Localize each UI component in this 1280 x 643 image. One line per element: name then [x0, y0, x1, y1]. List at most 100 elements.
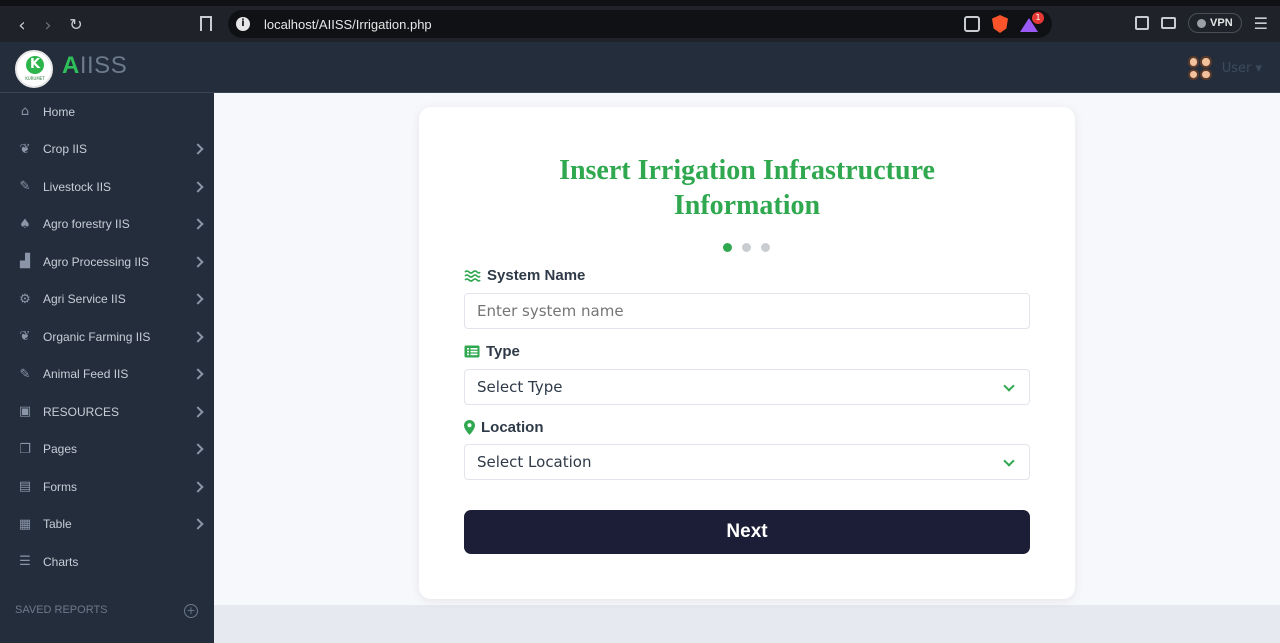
sprout-icon: ❦ — [19, 141, 31, 157]
home-icon: ⌂ — [20, 104, 30, 120]
next-button[interactable]: Next — [464, 510, 1030, 554]
system-name-label: System Name — [464, 267, 585, 284]
list-icon — [464, 345, 480, 358]
sidebar-item-livestock-iis[interactable]: ✎ Livestock IIS — [0, 168, 214, 206]
address-bar[interactable]: i localhost/AIISS/Irrigation.php 1 — [228, 10, 1052, 38]
brand-name[interactable]: AIISS — [62, 52, 127, 80]
sidebar-item-label: Agri Service IIS — [43, 292, 126, 307]
briefcase-icon: ▣ — [18, 404, 32, 420]
water-icon — [464, 269, 481, 282]
chevron-right-icon — [192, 518, 204, 530]
chevron-down-icon — [1003, 380, 1015, 392]
bookmark-icon[interactable] — [200, 16, 212, 31]
type-select[interactable]: Select Type — [464, 369, 1030, 405]
sidebar-item-forms[interactable]: ▤ Forms — [0, 468, 214, 506]
location-label: Location — [464, 419, 544, 436]
sidebar-item-label: Animal Feed IIS — [43, 367, 129, 382]
bell-icon: ♠ — [19, 216, 31, 232]
sidebar-item-agro-forestry-iis[interactable]: ♠ Agro forestry IIS — [0, 206, 214, 244]
chevron-right-icon — [192, 218, 204, 230]
back-icon[interactable]: ‹ — [8, 15, 36, 36]
sidebar-item-table[interactable]: ▦ Table — [0, 506, 214, 544]
sidebar-item-charts[interactable]: ☰ Charts — [0, 543, 214, 581]
sidebar-toggle-icon[interactable] — [1135, 16, 1150, 30]
sidebar-item-agro-processing-iis[interactable]: ▟ Agro Processing IIS — [0, 243, 214, 281]
chevron-right-icon — [192, 143, 204, 155]
sidebar-item-label: Pages — [43, 442, 78, 457]
type-select-value: Select Type — [477, 378, 563, 396]
browser-toolbar: ‹ › ↻ i localhost/AIISS/Irrigation.php 1… — [0, 0, 1280, 48]
reload-icon[interactable]: ↻ — [62, 15, 90, 34]
sidebar-item-agri-service-iis[interactable]: ⚙ Agri Service IIS — [0, 281, 214, 319]
chevron-right-icon — [192, 331, 204, 343]
map-pin-icon — [464, 420, 475, 435]
user-menu-label[interactable]: User ▾ — [1222, 61, 1262, 76]
vpn-button[interactable]: VPN — [1188, 13, 1242, 33]
vpn-label: VPN — [1210, 17, 1233, 29]
add-report-icon[interactable]: + — [184, 604, 198, 618]
sidebar-item-animal-feed-iis[interactable]: ✎ Animal Feed IIS — [0, 356, 214, 394]
location-select-value: Select Location — [477, 453, 592, 471]
industry-icon: ▟ — [20, 254, 30, 270]
brave-rewards-icon[interactable]: 1 — [1020, 12, 1044, 32]
chevron-right-icon — [192, 481, 204, 493]
rewards-badge: 1 — [1032, 12, 1044, 24]
logo-letter: K — [26, 56, 44, 74]
vpn-status-icon — [1197, 18, 1207, 28]
avatar — [1187, 56, 1212, 80]
wallet-icon[interactable] — [1161, 17, 1177, 29]
page-title: Insert Irrigation Infrastructure Informa… — [559, 155, 935, 221]
sidebar-item-label: Agro Processing IIS — [43, 254, 150, 269]
menu-icon[interactable]: ☰ — [1254, 14, 1268, 33]
sidebar-item-pages[interactable]: ❐ Pages — [0, 431, 214, 469]
sidebar-item-crop-iis[interactable]: ❦ Crop IIS — [0, 131, 214, 169]
sidebar-item-label: Organic Farming IIS — [43, 329, 151, 344]
sidebar-item-label: Livestock IIS — [43, 179, 112, 194]
irrigation-form-card: Insert Irrigation Infrastructure Informa… — [419, 107, 1075, 599]
chevron-right-icon — [192, 443, 204, 455]
chevron-right-icon — [192, 406, 204, 418]
step-indicator — [723, 243, 770, 252]
chevron-right-icon — [192, 368, 204, 380]
chevron-down-icon — [1003, 455, 1015, 467]
chevron-right-icon — [192, 181, 204, 193]
sidebar-item-label: RESOURCES — [43, 404, 120, 419]
step-dot-2 — [742, 243, 751, 252]
file-icon: ▤ — [18, 479, 32, 495]
sidebar-item-label: Agro forestry IIS — [43, 217, 130, 232]
forward-icon[interactable]: › — [34, 15, 62, 36]
sidebar-menu: ⌂ Home ❦ Crop IIS ✎ Livestock IIS ♠ Agro forest… — [0, 93, 214, 581]
livestock-icon: ✎ — [19, 179, 31, 195]
user-menu[interactable]: User ▾ — [1187, 56, 1262, 80]
brave-shields-icon[interactable] — [992, 15, 1008, 33]
location-select[interactable]: Select Location — [464, 444, 1030, 480]
app-header: K KURUMET AIISS User ▾ — [0, 42, 1280, 93]
system-name-input[interactable] — [464, 293, 1030, 329]
chevron-right-icon — [192, 293, 204, 305]
copy-icon: ❐ — [19, 441, 31, 457]
logo[interactable]: K KURUMET — [15, 50, 53, 88]
table-icon: ▦ — [18, 516, 32, 532]
sidebar: ⌂ Home ❦ Crop IIS ✎ Livestock IIS ♠ Agro forest… — [0, 93, 214, 643]
saved-reports-heading: SAVED REPORTS — [15, 604, 108, 616]
footer-strip — [214, 605, 1280, 643]
share-icon[interactable] — [964, 16, 980, 32]
tractor-icon: ⚙ — [19, 291, 31, 307]
chart-icon: ☰ — [19, 554, 31, 570]
step-dot-1 — [723, 243, 732, 252]
chevron-right-icon — [192, 256, 204, 268]
sidebar-item-resources[interactable]: ▣ RESOURCES — [0, 393, 214, 431]
sprout-icon: ❦ — [19, 329, 31, 345]
sidebar-item-organic-farming-iis[interactable]: ❦ Organic Farming IIS — [0, 318, 214, 356]
logo-caption: KURUMET — [25, 76, 45, 81]
sidebar-item-label: Charts — [43, 554, 79, 569]
sidebar-item-label: Forms — [43, 479, 77, 494]
site-info-icon[interactable]: i — [236, 17, 250, 31]
type-label: Type — [464, 343, 520, 360]
sidebar-item-home[interactable]: ⌂ Home — [0, 93, 214, 131]
step-dot-3 — [761, 243, 770, 252]
url-text[interactable]: localhost/AIISS/Irrigation.php — [264, 17, 432, 32]
sidebar-item-label: Home — [43, 104, 76, 119]
sidebar-item-label: Table — [43, 517, 72, 532]
sidebar-item-label: Crop IIS — [43, 142, 88, 157]
